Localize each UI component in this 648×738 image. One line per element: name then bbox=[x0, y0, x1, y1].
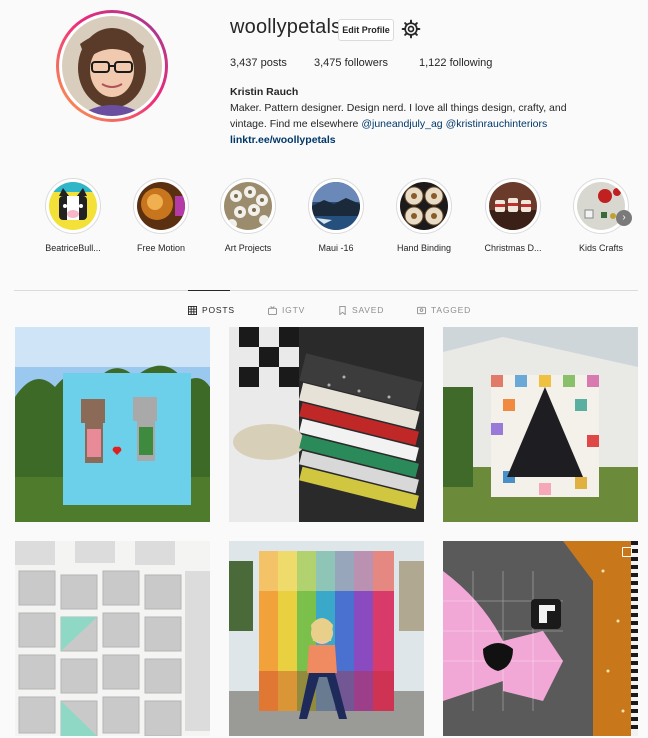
highlight-label: Free Motion bbox=[136, 243, 186, 253]
tab-posts[interactable]: POSTS bbox=[188, 305, 235, 315]
post-tile-dog-quilt[interactable] bbox=[443, 541, 638, 736]
highlight-ring bbox=[133, 178, 189, 234]
tab-label: POSTS bbox=[202, 305, 235, 315]
profile-avatar-ring[interactable] bbox=[56, 10, 168, 122]
highlight-ring bbox=[485, 178, 541, 234]
tab-label: IGTV bbox=[282, 305, 306, 315]
post-image bbox=[229, 541, 424, 736]
tabs-divider bbox=[14, 290, 638, 291]
post-image bbox=[229, 327, 424, 522]
highlight-ring bbox=[45, 178, 101, 234]
bio-line-2: vintage. Find me elsewhere bbox=[230, 118, 362, 130]
profile-username: woollypetals bbox=[230, 16, 342, 38]
tag-icon bbox=[417, 306, 426, 314]
tab-tagged[interactable]: TAGGED bbox=[417, 305, 471, 315]
following-link[interactable]: 1,122 following bbox=[419, 57, 492, 69]
highlight-label: Kids Crafts bbox=[578, 243, 623, 253]
post-tile-rainbow-quilt[interactable] bbox=[229, 541, 424, 736]
highlight-label: Hand Binding bbox=[396, 243, 452, 253]
highlight-label: Maui -16 bbox=[318, 243, 354, 253]
post-image bbox=[15, 327, 210, 522]
full-name: Kristin Rauch bbox=[230, 86, 299, 98]
tab-label: SAVED bbox=[352, 305, 385, 315]
highlight-free-motion[interactable]: Free Motion bbox=[121, 178, 201, 253]
chevron-right-icon[interactable]: › bbox=[616, 210, 632, 226]
tab-igtv[interactable]: IGTV bbox=[268, 305, 305, 315]
post-tile-gray-fabrics[interactable] bbox=[15, 541, 210, 736]
multiple-photos-icon bbox=[622, 547, 632, 557]
post-tile-triangle-quilt[interactable] bbox=[443, 327, 638, 522]
tab-saved[interactable]: SAVED bbox=[338, 305, 384, 315]
bio-line-1: Maker. Pattern designer. Design nerd. I … bbox=[230, 102, 567, 114]
post-tile-otters-quilt[interactable] bbox=[15, 327, 210, 522]
highlight-art-projects[interactable]: Art Projects bbox=[208, 178, 288, 253]
grid-icon bbox=[188, 305, 197, 315]
highlight-label: BeatriceBull... bbox=[45, 243, 101, 253]
highlight-christmas[interactable]: Christmas D... bbox=[473, 178, 553, 253]
highlight-ring bbox=[220, 178, 276, 234]
edit-profile-button[interactable]: Edit Profile bbox=[338, 19, 394, 41]
post-image bbox=[443, 541, 638, 736]
avatar-gap bbox=[59, 13, 165, 119]
profile-website-link[interactable]: linktr.ee/woollypetals bbox=[230, 132, 630, 148]
tab-label: TAGGED bbox=[431, 305, 472, 315]
avatar[interactable] bbox=[62, 16, 162, 116]
followers-link[interactable]: 3,475 followers bbox=[314, 57, 388, 69]
mention-juneandjuly[interactable]: @juneandjuly_ag bbox=[361, 118, 442, 130]
highlight-hand-binding[interactable]: Hand Binding bbox=[384, 178, 464, 253]
post-image bbox=[443, 327, 638, 522]
highlight-maui[interactable]: Maui -16 bbox=[296, 178, 376, 253]
mention-kristinrauchinteriors[interactable]: @kristinrauchinteriors bbox=[446, 118, 548, 130]
highlight-label: Christmas D... bbox=[484, 243, 542, 253]
gear-icon[interactable] bbox=[401, 19, 421, 39]
igtv-icon bbox=[268, 305, 277, 315]
highlight-ring bbox=[308, 178, 364, 234]
post-tile-fabric-stack[interactable] bbox=[229, 327, 424, 522]
highlight-ring bbox=[396, 178, 452, 234]
story-highlights: BeatriceBull... Free Motion Art Projects… bbox=[0, 178, 648, 258]
posts-count: 3,437 posts bbox=[230, 57, 287, 69]
post-image bbox=[15, 541, 210, 736]
profile-bio: Kristin Rauch Maker. Pattern designer. D… bbox=[230, 84, 630, 148]
highlight-label: Art Projects bbox=[224, 243, 272, 253]
bookmark-icon bbox=[339, 305, 346, 315]
active-tab-indicator bbox=[188, 290, 230, 291]
highlight-beatricebull[interactable]: BeatriceBull... bbox=[33, 178, 113, 253]
